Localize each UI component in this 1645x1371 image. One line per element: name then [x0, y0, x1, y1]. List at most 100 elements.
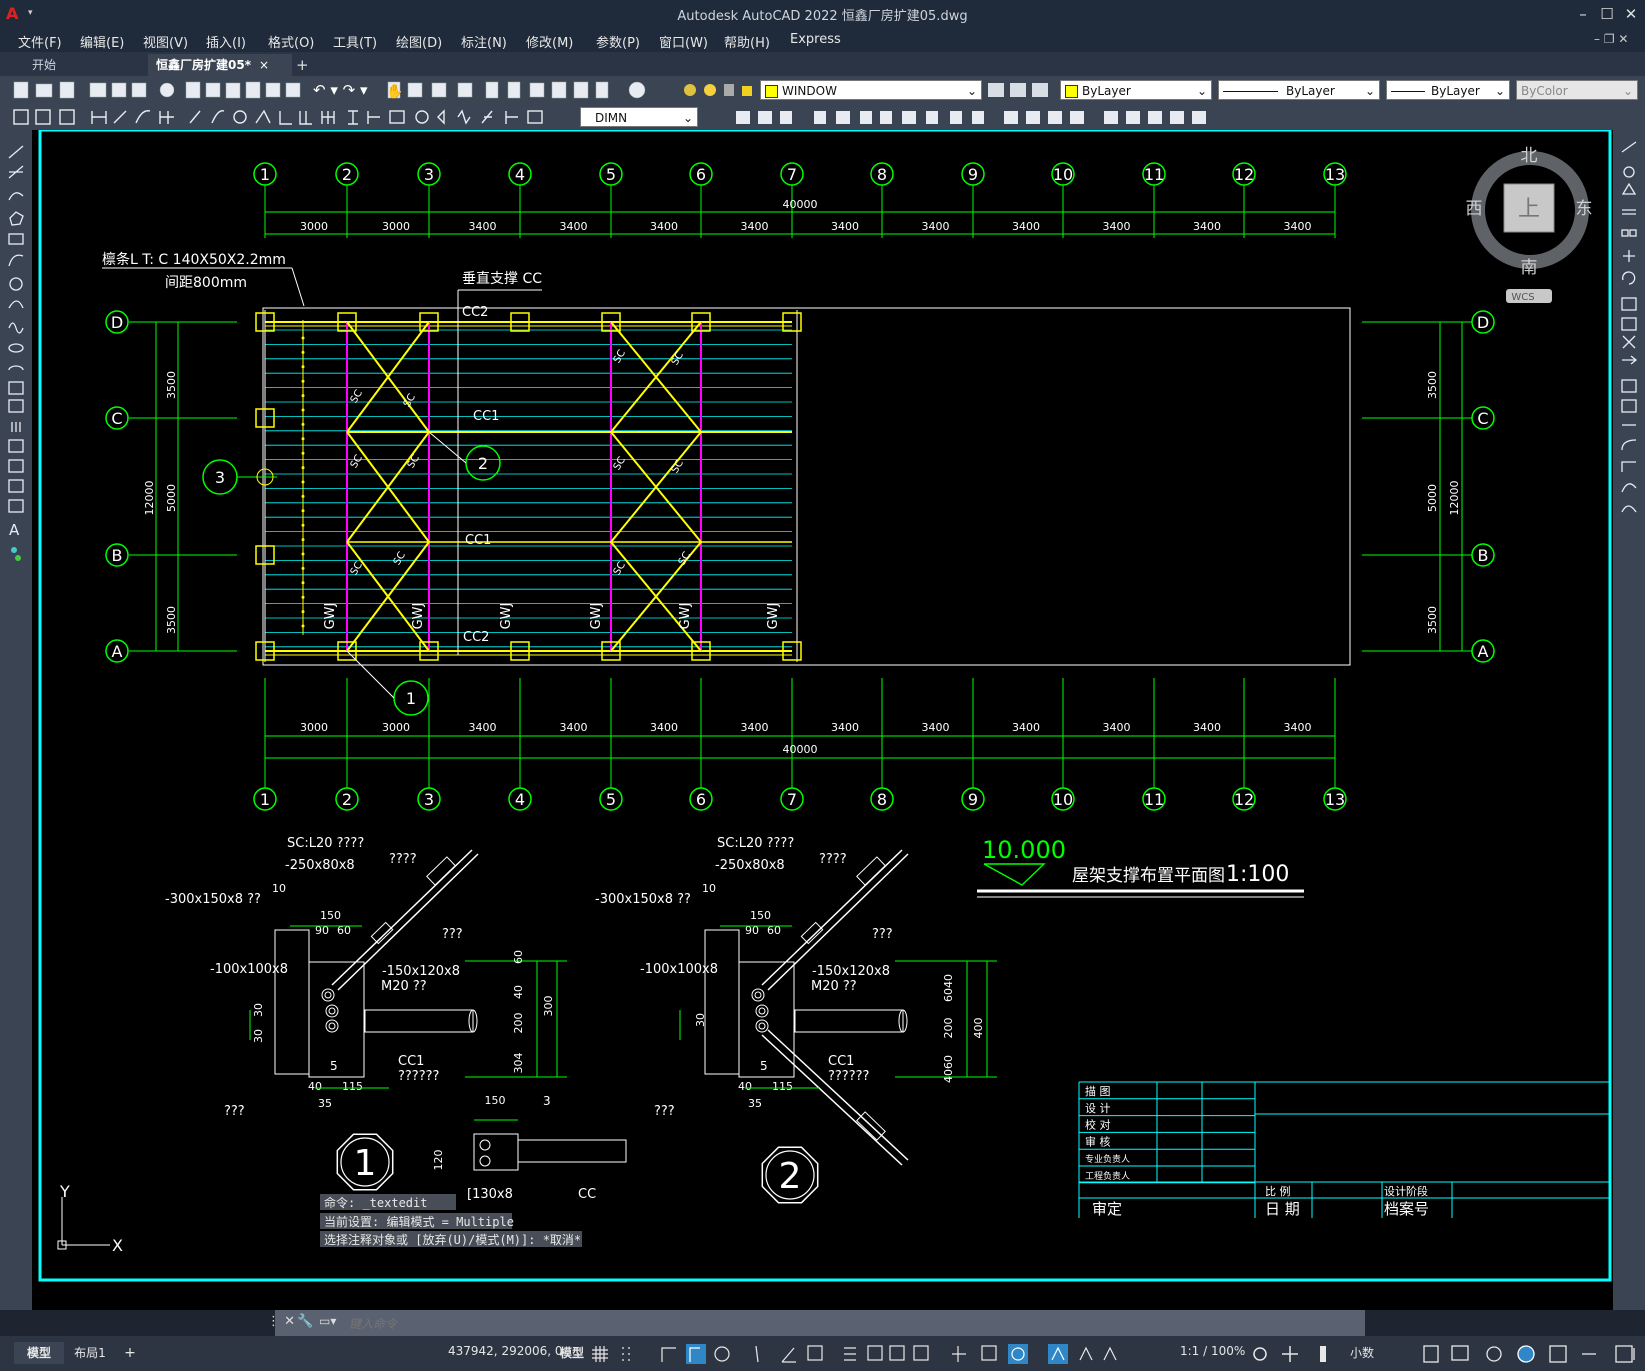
svg-text:✋: ✋: [386, 83, 403, 100]
grid-row-right-B: B: [1478, 546, 1489, 565]
layer-tools-icons[interactable]: [986, 80, 1056, 102]
command-input[interactable]: [347, 1313, 1361, 1335]
menu-view[interactable]: 视图(V): [143, 32, 188, 51]
label-cc1-upper: CC1: [473, 409, 499, 424]
dimension-toolbar: DIMN ⌄: [0, 105, 1645, 130]
command-history-line-1: 命令: _textedit: [324, 1195, 427, 1210]
menu-window[interactable]: 窗口(W): [659, 32, 708, 51]
d2-label-150: -150x120x8: [812, 964, 890, 979]
layer-dropdown[interactable]: WINDOW ⌄: [760, 80, 982, 100]
dim-bottom-9: 3400: [1103, 721, 1131, 734]
model-space-toggle[interactable]: 模型: [560, 1344, 584, 1361]
menu-dimension[interactable]: 标注(N): [461, 32, 507, 51]
d1-bolt-inner: [324, 991, 332, 999]
viewcube-north[interactable]: 北: [1521, 146, 1538, 166]
dimstyle-dropdown-value: DIMN: [595, 111, 628, 125]
menu-tools[interactable]: 工具(T): [333, 32, 377, 51]
color-swatch: [1065, 85, 1078, 98]
tab-layout1[interactable]: 布局1: [68, 1342, 112, 1364]
svg-text:↶ ▾ ↷ ▾: ↶ ▾ ↷ ▾: [313, 81, 368, 99]
layer-state-icons[interactable]: [680, 80, 760, 102]
purlin-note-1: 檩条L T: C 140X50X2.2mm: [102, 251, 286, 268]
grid-col-bottom-5: 5: [606, 790, 616, 809]
command-close-icon[interactable]: ⋮ ✕: [267, 1314, 295, 1329]
tb-row-3: 审 核: [1085, 1134, 1111, 1148]
lineweight-dropdown[interactable]: ByLayer ⌄: [1386, 80, 1510, 100]
tab-start[interactable]: 开始: [24, 54, 160, 76]
d2-dim-30: 30: [694, 1013, 707, 1027]
tab-close-icon[interactable]: ×: [259, 58, 269, 72]
d3-label-130: [130x8: [467, 1187, 513, 1202]
title-block: 描 图设 计校 对审 核专业负责人工程负责人比 例 设计阶段审定 日 期 档案号: [1078, 1081, 1610, 1218]
brace-label-sc-6: SC: [612, 348, 628, 365]
menu-modify[interactable]: 修改(M): [526, 32, 573, 51]
viewcube[interactable]: 上 北 南 东 西 WCS: [1466, 146, 1593, 303]
standard-toolbar-icons[interactable]: ↶ ▾ ↷ ▾ ✋: [0, 76, 690, 105]
dim-bottom-2: 3400: [469, 721, 497, 734]
menu-draw[interactable]: 绘图(D): [396, 32, 442, 51]
dim-top-6: 3400: [831, 220, 859, 233]
modify-tool-icons[interactable]: [1613, 130, 1645, 540]
menu-parametric[interactable]: 参数(P): [596, 32, 640, 51]
grid-col-top-1: 1: [260, 165, 270, 184]
dim-top-8: 3400: [1012, 220, 1040, 233]
brace-label-sc-2: SC: [349, 453, 365, 470]
coordinate-readout[interactable]: 437942, 292006, 0: [448, 1344, 563, 1358]
plotstyle-dropdown[interactable]: ByColor ⌄: [1516, 80, 1638, 100]
menu-format[interactable]: 格式(O): [268, 32, 314, 51]
chevron-down-icon: ⌄: [1196, 84, 1207, 98]
d1-label-cc1: CC1: [398, 1054, 424, 1069]
menu-help[interactable]: 帮助(H): [724, 32, 770, 51]
add-layout-button[interactable]: +: [120, 1342, 140, 1364]
menu-insert[interactable]: 插入(I): [206, 32, 246, 51]
dimension-toolbar-icons[interactable]: [0, 105, 580, 130]
drawing-canvas[interactable]: 1 1 2 2 3 3 4 4 5 5 6 6 7 7 8 8 9 9 10 10 11 11 12 12 13 13 3000 30…: [32, 130, 1613, 1310]
doc-minimize-icon[interactable]: – ❐ ✕: [1594, 32, 1628, 46]
new-tab-button[interactable]: +: [288, 54, 317, 76]
menu-express[interactable]: Express: [790, 32, 841, 47]
close-icon[interactable]: ✕: [1620, 3, 1642, 25]
d2-label-250: -250x80x8: [715, 858, 785, 873]
grid-col-top-13: 13: [1325, 165, 1345, 184]
d1-label-5: 5: [330, 1059, 338, 1073]
model-space-drawing[interactable]: 1122334455667788991010111112121313300030…: [32, 130, 1613, 1310]
d2-label-300: -300x150x8 ??: [595, 892, 691, 907]
units-display[interactable]: 小数: [1350, 1344, 1374, 1361]
workspace-icons[interactable]: [1248, 1342, 1348, 1366]
annotation-scale[interactable]: 1:1 / 100%: [1180, 1344, 1245, 1358]
d3-dim-150: 150: [485, 1094, 506, 1107]
grid-col-bottom-4: 4: [515, 790, 525, 809]
d2-label-100: -100x100x8: [640, 962, 718, 977]
tab-drawing[interactable]: 恒鑫厂房扩建05* ×: [148, 54, 292, 76]
modify-toolbar-icons[interactable]: [704, 105, 1224, 130]
dim-top-0: 3000: [300, 220, 328, 233]
viewcube-west[interactable]: 西: [1466, 199, 1483, 219]
wrench-icon[interactable]: 🔧: [297, 1314, 313, 1329]
drafting-toggles[interactable]: [590, 1342, 1170, 1366]
color-dropdown[interactable]: ByLayer ⌄: [1060, 80, 1212, 100]
tb-date: 日 期: [1265, 1200, 1300, 1218]
maximize-icon[interactable]: ☐: [1596, 3, 1618, 25]
dimstyle-dropdown[interactable]: DIMN ⌄: [580, 107, 698, 127]
minimize-icon[interactable]: –: [1572, 3, 1594, 25]
recent-commands-icon[interactable]: ▭▾: [319, 1314, 336, 1328]
tab-drawing-label: 恒鑫厂房扩建05*: [156, 58, 251, 72]
linetype-dropdown[interactable]: ByLayer ⌄: [1218, 80, 1380, 100]
elevation-triangle: [983, 863, 1046, 886]
truss-label-gwj-3: GWJ: [589, 603, 604, 630]
viewcube-south[interactable]: 南: [1521, 258, 1538, 278]
tab-model[interactable]: 模型: [14, 1342, 64, 1364]
d1-label-q4: ???: [224, 1104, 245, 1119]
viewcube-east[interactable]: 东: [1576, 199, 1593, 219]
menu-file[interactable]: 文件(F): [18, 32, 62, 51]
brace-label-sc-1: SC: [402, 392, 418, 409]
d1-dim-35: 35: [318, 1097, 332, 1110]
dim-bottom-8: 3400: [1012, 721, 1040, 734]
grid-col-bottom-8: 8: [877, 790, 887, 809]
lineweight-dropdown-value: ByLayer: [1431, 84, 1480, 98]
d2-bolt: [755, 1004, 769, 1018]
d1-dim-v304: 304: [512, 1053, 525, 1074]
status-right-icons[interactable]: [1420, 1342, 1645, 1366]
menu-edit[interactable]: 编辑(E): [80, 32, 124, 51]
draw-tool-icons[interactable]: A: [0, 130, 32, 590]
